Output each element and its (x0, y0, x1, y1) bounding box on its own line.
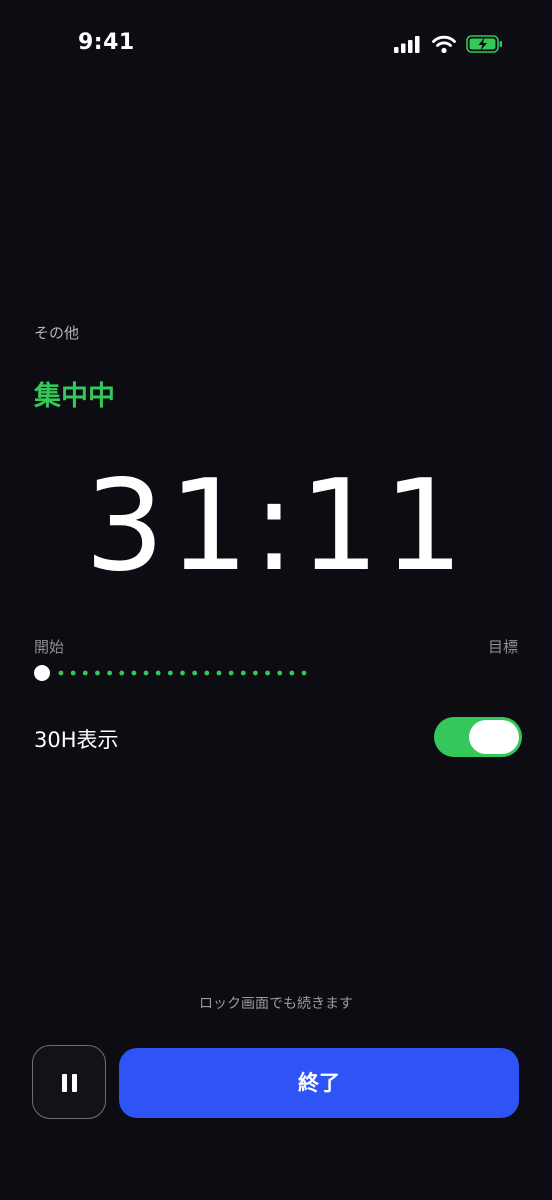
lock-screen-note: ロック画面でも続きます (199, 996, 353, 1012)
progress-goal-label: 目標 (487, 638, 518, 656)
progress-dot (155, 670, 161, 676)
battery-charging-icon (466, 35, 503, 53)
progress-dots (58, 670, 307, 676)
wifi-icon (432, 35, 456, 53)
progress-dot (265, 670, 270, 676)
toggle-30h-label: 30H表示 (34, 728, 119, 752)
progress-dot (301, 670, 307, 676)
end-button[interactable]: 終了 (119, 1048, 519, 1118)
progress-dot (95, 670, 100, 676)
progress-dot (131, 670, 137, 676)
toggle-knob (469, 720, 519, 754)
progress-knob (34, 665, 50, 681)
progress-dot (277, 670, 283, 676)
progress-dot (289, 670, 295, 676)
category-label: その他 (34, 324, 80, 342)
focus-state-label: 集中中 (34, 381, 115, 412)
pause-icon (62, 1074, 78, 1092)
progress-start-label: 開始 (34, 638, 65, 656)
elapsed-timer: 31:11 (84, 452, 468, 599)
progress-dot (192, 670, 198, 676)
progress-dot (167, 670, 173, 676)
progress-dot (58, 670, 64, 676)
progress-dot (107, 670, 112, 676)
progress-dot (119, 670, 125, 676)
pause-button[interactable] (32, 1045, 106, 1119)
progress-dot (180, 670, 185, 676)
toggle-30h-switch[interactable] (434, 717, 522, 757)
progress-dot (143, 670, 149, 676)
status-time: 9:41 (78, 30, 135, 55)
status-bar: 9:41 (0, 0, 552, 92)
progress-dot (228, 670, 234, 676)
cellular-signal-icon (394, 36, 420, 53)
progress-track (34, 664, 514, 682)
status-icons (394, 34, 504, 54)
progress-dot (82, 670, 88, 676)
progress-dot (204, 670, 210, 676)
progress-dot (70, 670, 76, 676)
progress-dot (216, 670, 222, 676)
progress-dot (240, 670, 246, 676)
progress-dot (253, 670, 258, 676)
